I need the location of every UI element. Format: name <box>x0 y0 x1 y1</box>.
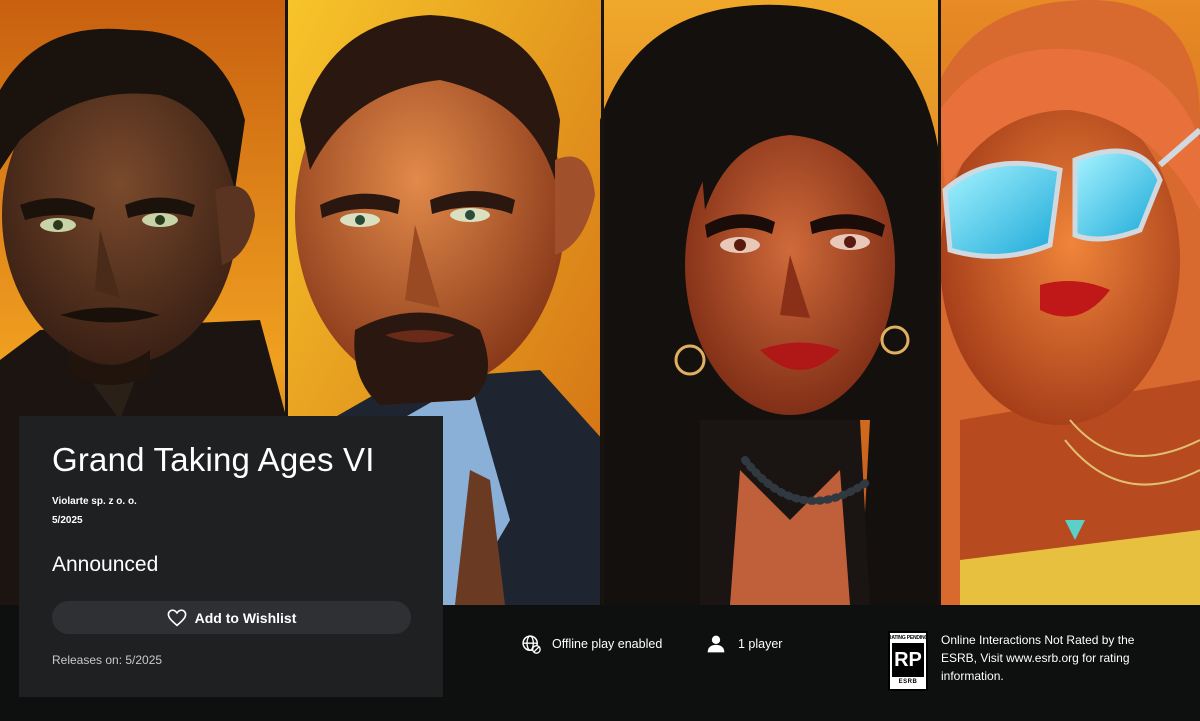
feature-offline-play: Offline play enabled <box>521 634 662 654</box>
person-icon <box>707 635 725 653</box>
character-4-art <box>940 0 1200 605</box>
esrb-rating-pending-text: RATING PENDING <box>887 635 929 641</box>
feature-player-label: 1 player <box>738 637 783 651</box>
rating-description: Online Interactions Not Rated by the ESR… <box>941 633 1135 683</box>
feature-offline-label: Offline play enabled <box>552 637 663 651</box>
globe-offline-icon <box>522 635 541 654</box>
wishlist-label: Add to Wishlist <box>194 609 297 626</box>
feature-player-count: 1 player <box>706 634 782 654</box>
publisher-name: Violarte sp. z o. o. <box>52 496 137 507</box>
releases-on-text: Releases on: 5/2025 <box>52 653 163 667</box>
game-title: Grand Taking Ages VI <box>52 441 375 478</box>
add-to-wishlist-button[interactable]: Add to Wishlist <box>52 601 411 634</box>
esrb-brand: ESRB <box>898 679 918 685</box>
esrb-rating-badge: RATING PENDING RP ESRB <box>888 631 928 691</box>
game-info-card: Grand Taking Ages VI Violarte sp. z o. o… <box>19 416 443 697</box>
esrb-rp-code: RP <box>892 643 924 677</box>
character-3-art <box>600 4 940 605</box>
release-date: 5/2025 <box>52 515 83 526</box>
heart-outline-icon <box>167 608 187 626</box>
status-label: Announced <box>52 553 159 576</box>
